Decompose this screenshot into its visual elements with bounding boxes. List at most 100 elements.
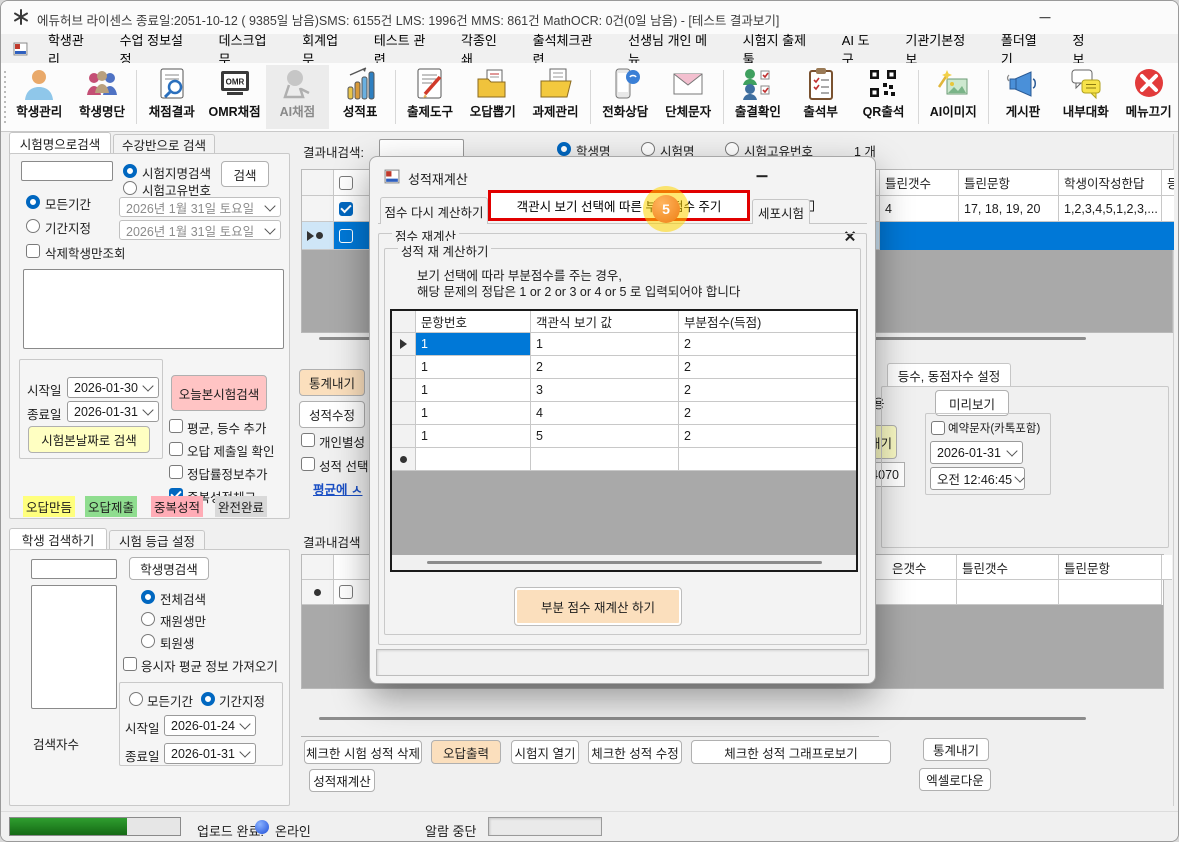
grid2-row-checkbox[interactable] [339, 585, 353, 599]
newrow-checkbox[interactable] [339, 229, 353, 243]
toolbar-internal-chat-button[interactable]: 내부대화 [1054, 65, 1117, 129]
grid-header-student-answers[interactable]: 학생이작성한답 [1059, 170, 1162, 196]
grid-header-rank-frag[interactable]: 등 [1162, 170, 1174, 196]
average-link[interactable]: 평균에 ㅅ [313, 479, 369, 498]
pgrid-r1-c2[interactable]: 2 [679, 356, 856, 379]
pgrid-hscroll-thumb[interactable] [427, 561, 822, 564]
deleted-students-checkbox[interactable] [26, 244, 40, 258]
row1-checkbox[interactable] [339, 202, 353, 216]
menu-item-attendance[interactable]: 출석체크관련 [521, 30, 616, 68]
period-start-combo[interactable]: 2026년 1월 31일 토요일 [119, 197, 281, 217]
exam-name-radio[interactable] [123, 164, 137, 178]
period-set-radio[interactable] [26, 219, 40, 233]
menu-item-org-info[interactable]: 기관기본정보 [893, 30, 988, 68]
delete-checked-score-button[interactable]: 체크한 시험 성적 삭제 [304, 740, 422, 764]
grid2-newrow-check[interactable] [334, 580, 370, 605]
s-all-period-radio[interactable] [129, 692, 143, 706]
menu-item-teacher-menu[interactable]: 선생님 개인 메뉴 [616, 30, 731, 68]
toolbar-wrong-answer-button[interactable]: 오답뽑기 [461, 65, 524, 129]
pgrid-r0-sel[interactable] [392, 333, 416, 356]
all-period-radio[interactable] [26, 195, 40, 209]
toolbar-group-sms-button[interactable]: 단체문자 [657, 65, 720, 129]
answer-rate-checkbox[interactable] [169, 465, 183, 479]
excel-download-button[interactable]: 엑셀로다운 [919, 768, 991, 791]
open-exam-paper-button[interactable]: 시험지 열기 [511, 740, 579, 764]
pgrid-r0-c2[interactable]: 2 [679, 333, 856, 356]
personal-score-checkbox[interactable] [301, 433, 315, 447]
tab-rank-settings[interactable]: 등수, 동점자수 설정 [887, 363, 1011, 387]
menu-item-open-folder[interactable]: 폴더열기 [989, 30, 1061, 68]
graph-checked-score-button[interactable]: 체크한 성적 그래프로보기 [691, 740, 891, 764]
toolbar-student-list-button[interactable]: 학생명단 [71, 65, 134, 129]
reserve-sms-checkbox[interactable] [931, 421, 945, 435]
toolbar-board-button[interactable]: 게시판 [992, 65, 1055, 129]
reserve-date-combo[interactable]: 2026-01-31 [930, 441, 1023, 464]
pgrid-r0-c0[interactable]: 1 [416, 333, 531, 356]
grid2-header-wrong-items[interactable]: 틀린문항 [1059, 555, 1162, 580]
exam-listbox[interactable] [23, 269, 284, 349]
exam-id-radio[interactable] [123, 181, 137, 195]
menu-item-exam-tool[interactable]: 시험지 출제툴 [731, 30, 830, 68]
row-selector-cell[interactable] [302, 196, 334, 222]
search-by-exam-date-button[interactable]: 시험본날짜로 검색 [28, 426, 150, 453]
dialog-tab-cell-exam[interactable]: 세포시험 [752, 199, 810, 224]
pgrid-r2-c2[interactable]: 2 [679, 379, 856, 402]
toolbar-close-menu-button[interactable]: 메뉴끄기 [1117, 65, 1179, 129]
pgrid-r3-c0[interactable]: 1 [416, 402, 531, 425]
toolbar-attendance-book-button[interactable]: 출석부 [789, 65, 852, 129]
grid2-row-wrong-items[interactable] [1059, 580, 1162, 605]
s-period-set-radio[interactable] [201, 692, 215, 706]
pgrid-r2-sel[interactable] [392, 379, 416, 402]
grid2-hscroll-thumb[interactable] [319, 717, 1086, 720]
pgrid-r1-c0[interactable]: 1 [416, 356, 531, 379]
header-checkbox[interactable] [339, 176, 353, 190]
grid2-newrow-selector[interactable] [302, 580, 334, 605]
dialog-minimize-icon[interactable] [742, 161, 782, 191]
partial-score-recalc-button[interactable]: 부분 점수 재계산 하기 [514, 587, 682, 626]
row-wrong-items[interactable]: 17, 18, 19, 20 [959, 196, 1059, 222]
pgrid-r0-c1[interactable]: 1 [531, 333, 679, 356]
s-start-combo[interactable]: 2026-01-24 [164, 715, 256, 736]
toolbar-report-card-button[interactable]: 성적표 [329, 65, 392, 129]
pgrid-r1-c1[interactable]: 2 [531, 356, 679, 379]
toolbar-qr-attendance-button[interactable]: QR출석 [852, 65, 915, 129]
all-students-radio[interactable] [141, 590, 155, 604]
start-date-combo[interactable]: 2026-01-30 [67, 377, 159, 398]
menu-item-desk[interactable]: 데스크업무 [207, 30, 291, 68]
student-name-search-button[interactable]: 학생명검색 [129, 557, 209, 580]
pgrid-r3-c1[interactable]: 4 [531, 402, 679, 425]
alarm-field[interactable] [488, 817, 602, 836]
s-end-combo[interactable]: 2026-01-31 [164, 743, 256, 764]
menu-item-info[interactable]: 정보 [1061, 30, 1109, 68]
toolbar-student-mgmt-button[interactable]: 학생관리 [8, 65, 71, 129]
pgrid-header-item-no[interactable]: 문항번호 [416, 311, 531, 333]
score-edit-button[interactable]: 성적수정 [299, 401, 365, 428]
tab-search-by-exam-name[interactable]: 시험명으로검색 [9, 132, 111, 154]
dialog-tab-recalc[interactable]: 점수 다시 계산하기 [380, 197, 488, 224]
stats-button[interactable]: 통계내기 [299, 369, 365, 396]
pgrid-newrow-sel[interactable] [392, 448, 416, 471]
newrow-check-cell[interactable] [334, 222, 370, 250]
exam-id-radio2[interactable] [725, 142, 739, 156]
student-listbox[interactable] [31, 585, 117, 709]
pgrid-newrow-c0[interactable] [416, 448, 531, 471]
avg-rank-add-checkbox[interactable] [169, 419, 183, 433]
pgrid-newrow-c2[interactable] [679, 448, 856, 471]
reserve-time-combo[interactable]: 오전 12:46:45 [930, 467, 1025, 490]
grid2-row-wrong-count[interactable] [957, 580, 1059, 605]
menu-item-test[interactable]: 테스트 관련 [362, 30, 449, 68]
pgrid-hscrollbar[interactable] [392, 555, 856, 570]
toolbar-homework-button[interactable]: 과제관리 [524, 65, 587, 129]
exam-name-radio2[interactable] [641, 142, 655, 156]
pgrid-r3-sel[interactable] [392, 402, 416, 425]
toolbar-attendance-check-button[interactable]: 출결확인 [726, 65, 789, 129]
dialog-tab-partial-score[interactable]: 객관시 보기 선택에 따른 부분 점수 주기 [491, 193, 747, 218]
pgrid-r4-c0[interactable]: 1 [416, 425, 531, 448]
row-wrong-count[interactable]: 4 [880, 196, 959, 222]
minimize-icon[interactable] [1023, 3, 1067, 32]
enrolled-radio[interactable] [141, 612, 155, 626]
menu-item-students[interactable]: 학생관리 [36, 30, 108, 68]
exam-name-input[interactable] [21, 161, 113, 181]
toolbar-ai-grading-button[interactable]: AI채점 [266, 65, 329, 129]
pgrid-newrow-c1[interactable] [531, 448, 679, 471]
